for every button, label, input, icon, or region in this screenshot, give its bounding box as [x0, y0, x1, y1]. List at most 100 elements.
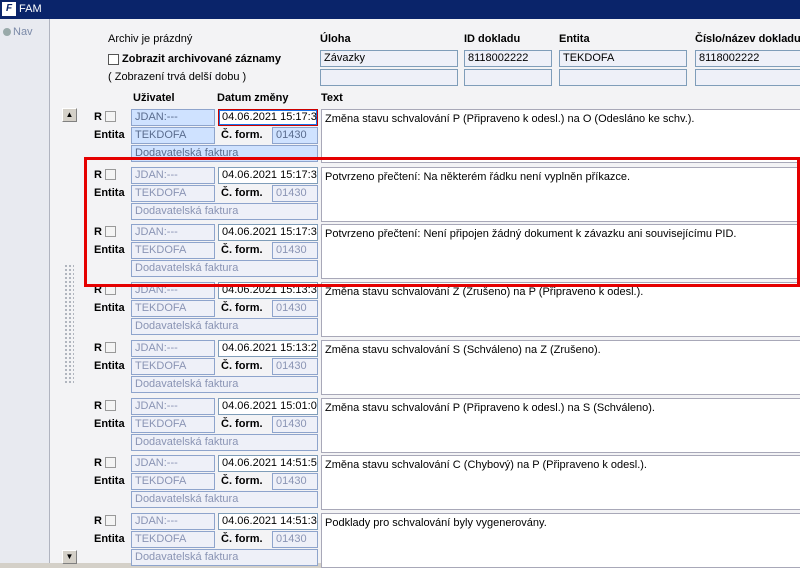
datetime-field[interactable]: 04.06.2021 14:51:58 — [218, 455, 318, 472]
uloha-field-2[interactable] — [320, 69, 458, 86]
entity-field[interactable]: TEKDOFA — [131, 358, 215, 375]
doc-type-field[interactable]: Dodavatelská faktura — [131, 434, 318, 451]
user-field[interactable]: JDAN:--- — [131, 224, 215, 241]
r-checkbox[interactable] — [105, 515, 116, 526]
cform-label: Č. form. — [221, 418, 263, 430]
datetime-field[interactable]: 04.06.2021 15:17:33 — [218, 109, 318, 126]
archive-status: Archiv je prázdný — [108, 33, 193, 45]
r-label: R — [94, 400, 102, 412]
datetime-field[interactable]: 04.06.2021 15:17:32 — [218, 224, 318, 241]
text-field[interactable]: Změna stavu schvalování P (Připraveno k … — [321, 109, 800, 163]
user-field[interactable]: JDAN:--- — [131, 167, 215, 184]
entita-label: Entita — [94, 475, 125, 487]
r-checkbox[interactable] — [105, 226, 116, 237]
entity-field[interactable]: TEKDOFA — [131, 185, 215, 202]
entita-field-2[interactable] — [559, 69, 687, 86]
datetime-field[interactable]: 04.06.2021 14:51:34 — [218, 513, 318, 530]
left-nav-panel: Nav — [0, 19, 50, 563]
cform-label: Č. form. — [221, 360, 263, 372]
cform-label: Č. form. — [221, 475, 263, 487]
nav-button[interactable]: Nav — [3, 26, 33, 38]
datetime-field[interactable]: 04.06.2021 15:17:32 — [218, 167, 318, 184]
cform-label: Č. form. — [221, 302, 263, 314]
uzivatel-header: Uživatel — [133, 92, 175, 104]
id-dokladu-field-2[interactable] — [464, 69, 552, 86]
user-field[interactable]: JDAN:--- — [131, 513, 215, 530]
cform-field[interactable]: 01430 — [272, 358, 318, 375]
entity-field[interactable]: TEKDOFA — [131, 531, 215, 548]
r-checkbox[interactable] — [105, 400, 116, 411]
entita-label: Entita — [94, 187, 125, 199]
cform-field[interactable]: 01430 — [272, 300, 318, 317]
r-checkbox[interactable] — [105, 284, 116, 295]
scroll-down-arrow-icon: ▼ — [65, 552, 74, 561]
doc-type-field[interactable]: Dodavatelská faktura — [131, 491, 318, 508]
doc-type-field[interactable]: Dodavatelská faktura — [131, 376, 318, 393]
show-archived-checkbox[interactable] — [108, 54, 119, 65]
cform-label: Č. form. — [221, 533, 263, 545]
fam-logo-icon: F — [2, 2, 16, 16]
cform-field[interactable]: 01430 — [272, 127, 318, 144]
history-panel: Archiv je prázdný Zobrazit archivované z… — [50, 19, 800, 568]
col-entita-header: Entita — [559, 33, 590, 45]
r-checkbox[interactable] — [105, 457, 116, 468]
doc-type-field[interactable]: Dodavatelská faktura — [131, 145, 318, 162]
entity-field[interactable]: TEKDOFA — [131, 242, 215, 259]
r-label: R — [94, 342, 102, 354]
text-field[interactable]: Změna stavu schvalování Z (Zrušeno) na P… — [321, 282, 800, 337]
nav-dot-icon — [3, 28, 11, 36]
col-cislo-nazev-header: Číslo/název dokladu — [695, 33, 800, 45]
user-field[interactable]: JDAN:--- — [131, 109, 215, 126]
entity-field[interactable]: TEKDOFA — [131, 473, 215, 490]
r-label: R — [94, 284, 102, 296]
nav-label: Nav — [13, 26, 33, 38]
scroll-up-arrow-icon: ▲ — [65, 110, 74, 119]
entita-field[interactable]: TEKDOFA — [559, 50, 687, 67]
cform-label: Č. form. — [221, 244, 263, 256]
entita-label: Entita — [94, 129, 125, 141]
entity-field[interactable]: TEKDOFA — [131, 416, 215, 433]
text-field[interactable]: Potvrzeno přečtení: Není připojen žádný … — [321, 224, 800, 279]
doc-type-field[interactable]: Dodavatelská faktura — [131, 260, 318, 277]
cislo-nazev-field[interactable]: 8118002222 — [695, 50, 800, 67]
user-field[interactable]: JDAN:--- — [131, 282, 215, 299]
r-checkbox[interactable] — [105, 342, 116, 353]
text-field[interactable]: Podklady pro schvalování byly vygenerová… — [321, 513, 800, 568]
entita-label: Entita — [94, 418, 125, 430]
text-field[interactable]: Potvrzeno přečtení: Na některém řádku ne… — [321, 167, 800, 222]
scroll-down-button[interactable]: ▼ — [62, 550, 77, 564]
entita-label: Entita — [94, 533, 125, 545]
cform-field[interactable]: 01430 — [272, 531, 318, 548]
user-field[interactable]: JDAN:--- — [131, 398, 215, 415]
cform-field[interactable]: 01430 — [272, 416, 318, 433]
cform-label: Č. form. — [221, 129, 263, 141]
datetime-field[interactable]: 04.06.2021 15:01:04 — [218, 398, 318, 415]
doc-type-field[interactable]: Dodavatelská faktura — [131, 203, 318, 220]
scroll-up-button[interactable]: ▲ — [62, 108, 77, 122]
cform-field[interactable]: 01430 — [272, 185, 318, 202]
entity-field[interactable]: TEKDOFA — [131, 127, 215, 144]
doc-type-field[interactable]: Dodavatelská faktura — [131, 318, 318, 335]
r-label: R — [94, 111, 102, 123]
user-field[interactable]: JDAN:--- — [131, 455, 215, 472]
text-field[interactable]: Změna stavu schvalování P (Připraveno k … — [321, 398, 800, 453]
entity-field[interactable]: TEKDOFA — [131, 300, 215, 317]
entita-label: Entita — [94, 244, 125, 256]
datetime-field[interactable]: 04.06.2021 15:13:28 — [218, 340, 318, 357]
text-field[interactable]: Změna stavu schvalování S (Schváleno) na… — [321, 340, 800, 395]
text-field[interactable]: Změna stavu schvalování C (Chybový) na P… — [321, 455, 800, 510]
r-checkbox[interactable] — [105, 111, 116, 122]
datetime-field[interactable]: 04.06.2021 15:13:33 — [218, 282, 318, 299]
user-field[interactable]: JDAN:--- — [131, 340, 215, 357]
id-dokladu-field[interactable]: 8118002222 — [464, 50, 552, 67]
show-archived-label: Zobrazit archivované záznamy — [122, 53, 281, 65]
scroll-grip[interactable] — [64, 264, 74, 384]
cform-label: Č. form. — [221, 187, 263, 199]
uloha-field[interactable]: Závazky — [320, 50, 458, 67]
r-checkbox[interactable] — [105, 169, 116, 180]
col-id-dokladu-header: ID dokladu — [464, 33, 521, 45]
cform-field[interactable]: 01430 — [272, 473, 318, 490]
cform-field[interactable]: 01430 — [272, 242, 318, 259]
doc-type-field[interactable]: Dodavatelská faktura — [131, 549, 318, 566]
cislo-nazev-field-2[interactable] — [695, 69, 800, 86]
